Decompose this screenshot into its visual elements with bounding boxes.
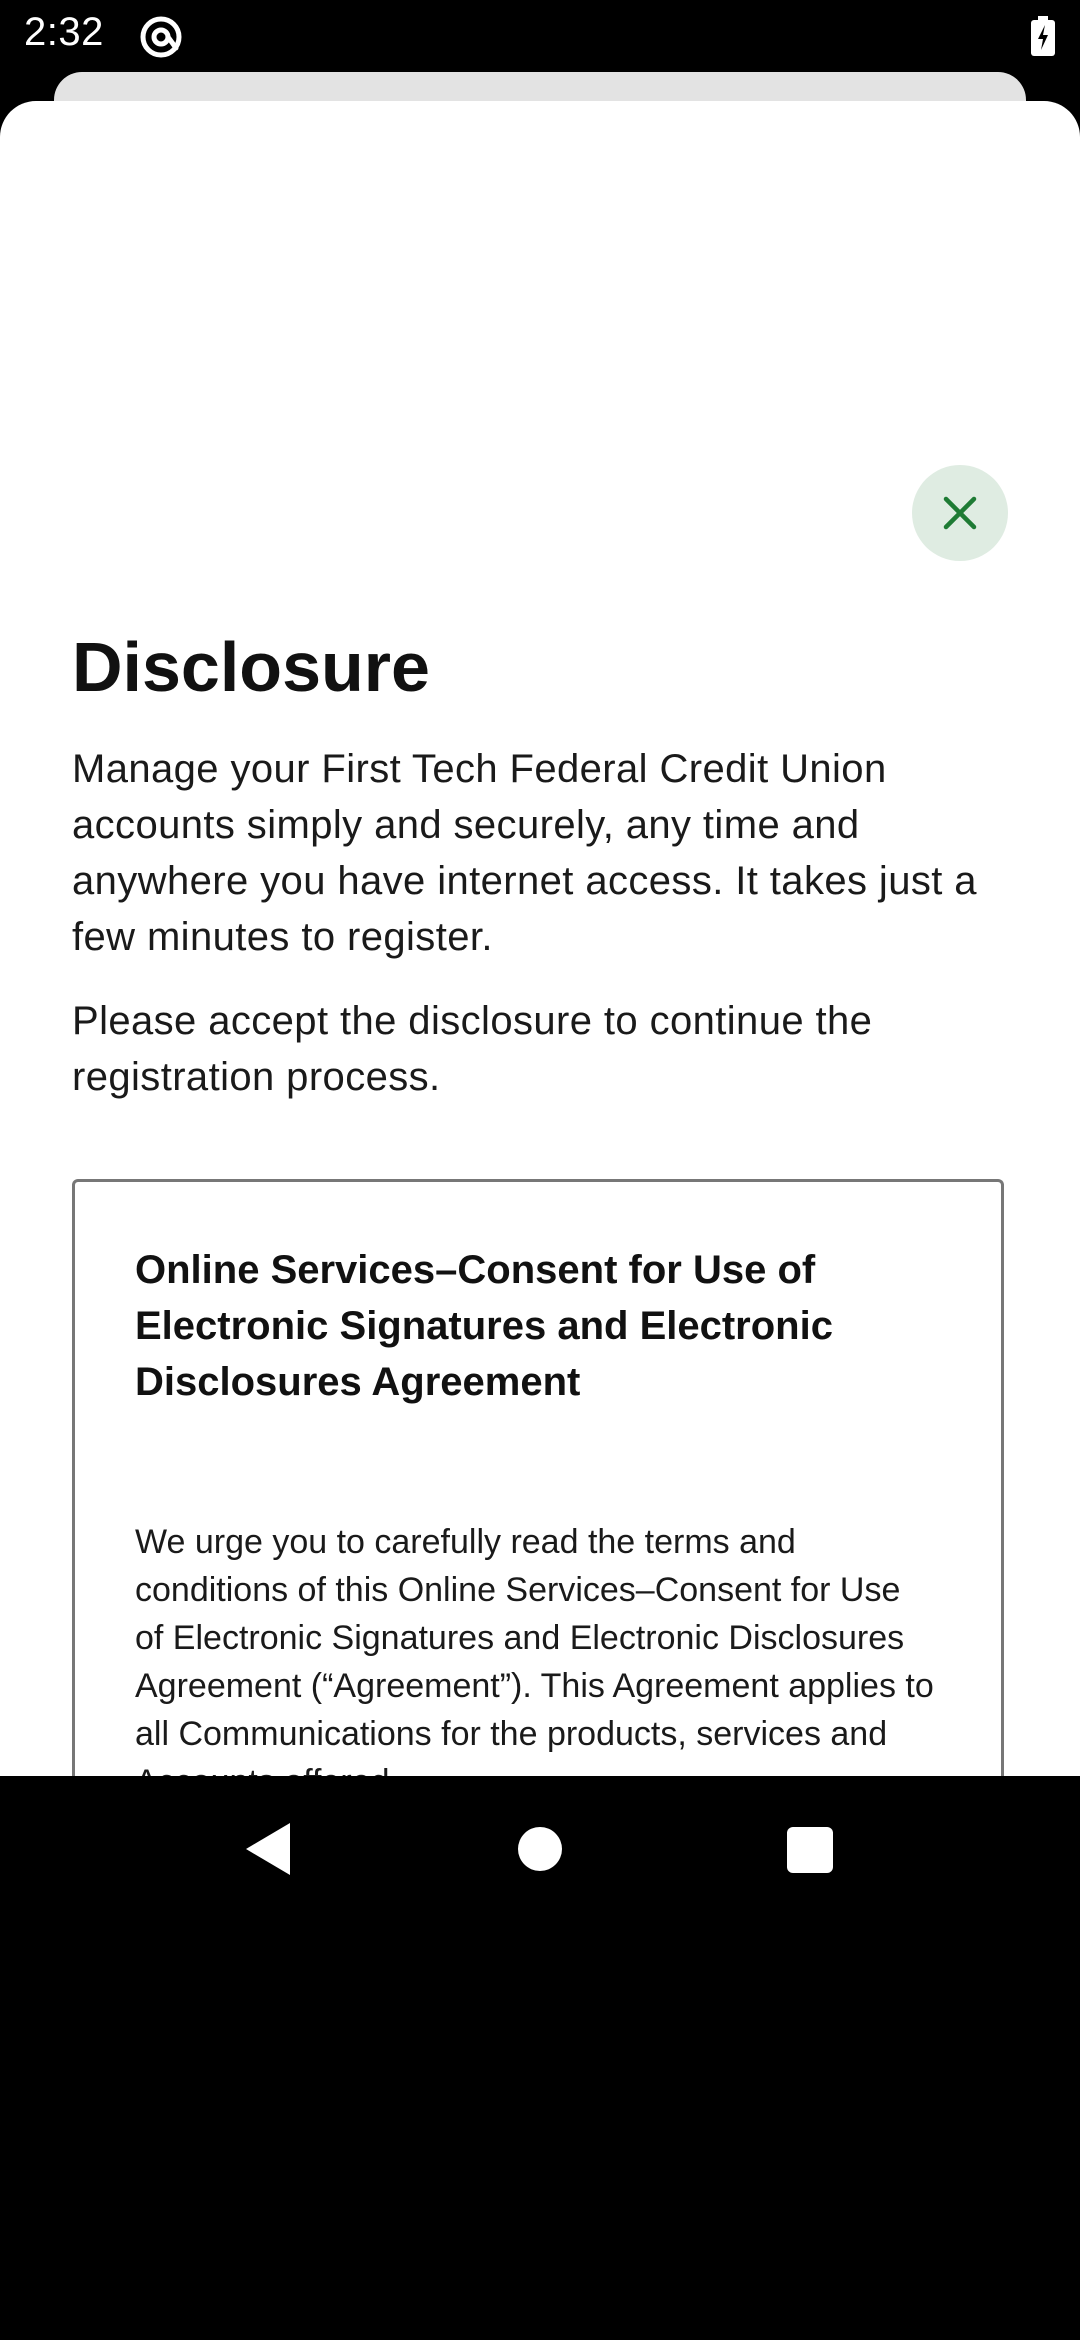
page-title: Disclosure [72,628,430,706]
home-circle-icon[interactable] [518,1827,562,1871]
disclosure-heading: Online Services–Consent for Use of Elect… [135,1248,833,1404]
intro-paragraph: Manage your First Tech Federal Credit Un… [72,747,977,959]
recents-square-icon[interactable] [787,1827,833,1873]
close-icon [943,496,977,530]
close-button[interactable] [912,465,1008,561]
disclosure-scroll-box[interactable]: Online Services–Consent for Use of Elect… [72,1179,1004,1776]
screen: 2:32 Disclosure Manage your First Tech F… [0,0,1080,2340]
instruction-paragraph: Please accept the disclosure to continue… [72,999,873,1099]
navigation-bar [0,1776,1080,1922]
status-bar: 2:32 [0,0,1080,70]
status-time: 2:32 [24,10,104,54]
disclosure-sheet: Disclosure Manage your First Tech Federa… [0,101,1080,1776]
back-triangle-icon[interactable] [244,1821,292,1877]
at-sign-icon [138,14,184,60]
disclosure-body: We urge you to carefully read the terms … [135,1523,934,1776]
battery-charging-icon [1030,16,1056,56]
